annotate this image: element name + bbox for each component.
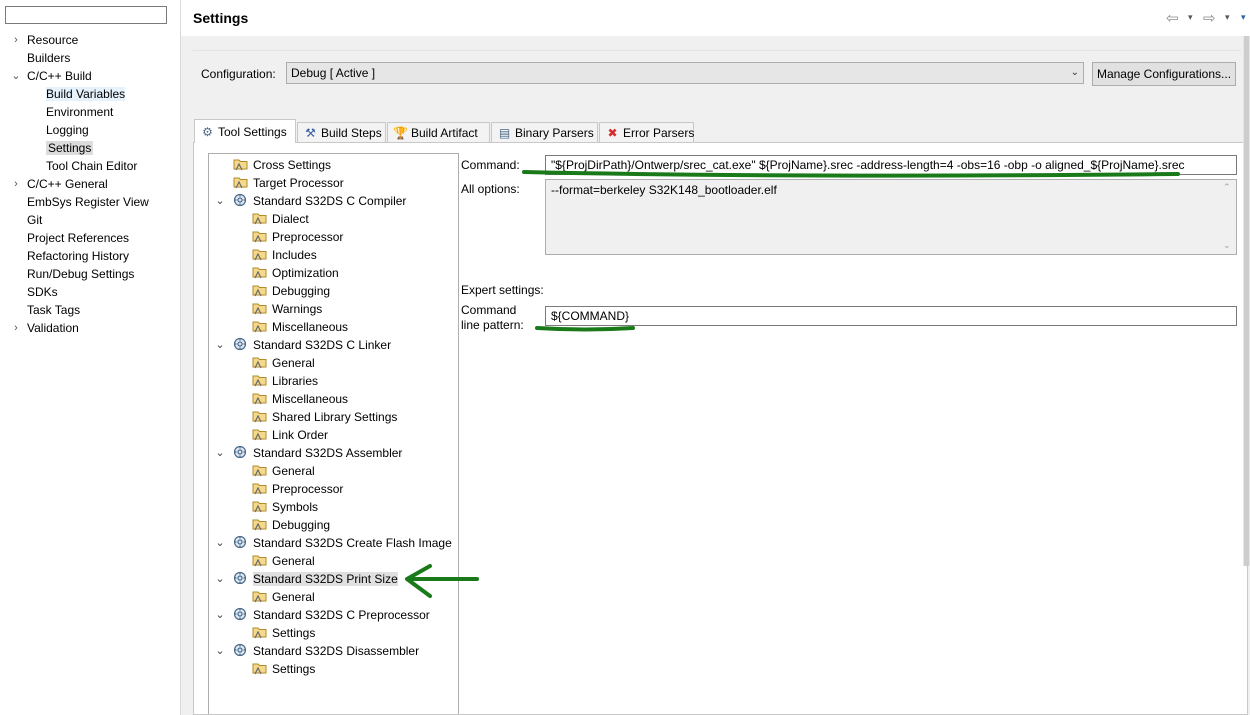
tab-label: Tool Settings (218, 125, 287, 139)
tool-settings-icon: ⚙ (202, 125, 213, 139)
arrow-annotation (405, 564, 479, 598)
command-underline-annotation (522, 170, 1180, 178)
tab-tool-settings[interactable]: ⚙ Tool Settings (194, 119, 296, 143)
annotation-layer (405, 170, 1180, 598)
pattern-underline-annotation (535, 326, 635, 332)
